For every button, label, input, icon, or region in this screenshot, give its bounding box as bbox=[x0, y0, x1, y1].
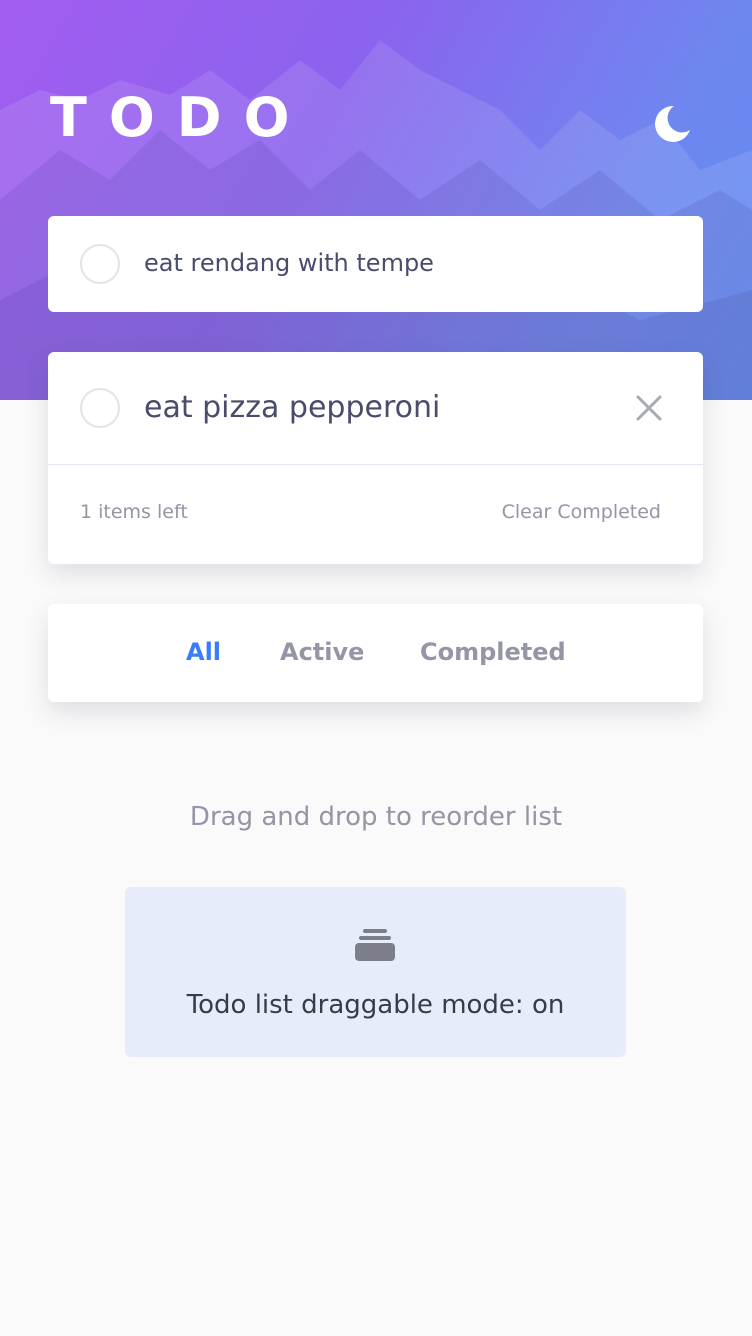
layers-icon bbox=[355, 929, 395, 961]
filter-completed[interactable]: Completed bbox=[420, 638, 566, 666]
moon-icon bbox=[655, 105, 690, 142]
delete-button[interactable] bbox=[634, 393, 664, 423]
todo-text: eat rendang with tempe bbox=[144, 249, 434, 277]
draggable-mode-toggle[interactable]: Todo list draggable mode: on bbox=[125, 887, 626, 1057]
todo-list-card: eat pizza pepperoni 1 items left Clear C… bbox=[48, 352, 703, 564]
todo-item[interactable]: eat pizza pepperoni bbox=[48, 352, 703, 464]
items-left-count: 1 items left bbox=[80, 501, 188, 523]
complete-checkbox[interactable] bbox=[80, 388, 120, 428]
reorder-hint: Drag and drop to reorder list bbox=[189, 802, 563, 832]
hero-background bbox=[0, 0, 752, 400]
clear-completed-button[interactable]: Clear Completed bbox=[502, 501, 661, 523]
filter-bar: All Active Completed bbox=[48, 604, 703, 702]
complete-checkbox[interactable] bbox=[80, 244, 120, 284]
theme-toggle-button[interactable] bbox=[648, 100, 696, 148]
app-title: TODO bbox=[50, 86, 312, 149]
mountain-illustration bbox=[0, 40, 752, 400]
filter-active[interactable]: Active bbox=[280, 638, 364, 666]
draggable-mode-label: Todo list draggable mode: on bbox=[186, 990, 565, 1020]
filter-all[interactable]: All bbox=[186, 638, 221, 666]
todo-item[interactable]: eat rendang with tempe bbox=[48, 216, 703, 312]
close-icon bbox=[636, 395, 662, 421]
todo-text: eat pizza pepperoni bbox=[144, 390, 441, 425]
divider bbox=[48, 464, 703, 465]
